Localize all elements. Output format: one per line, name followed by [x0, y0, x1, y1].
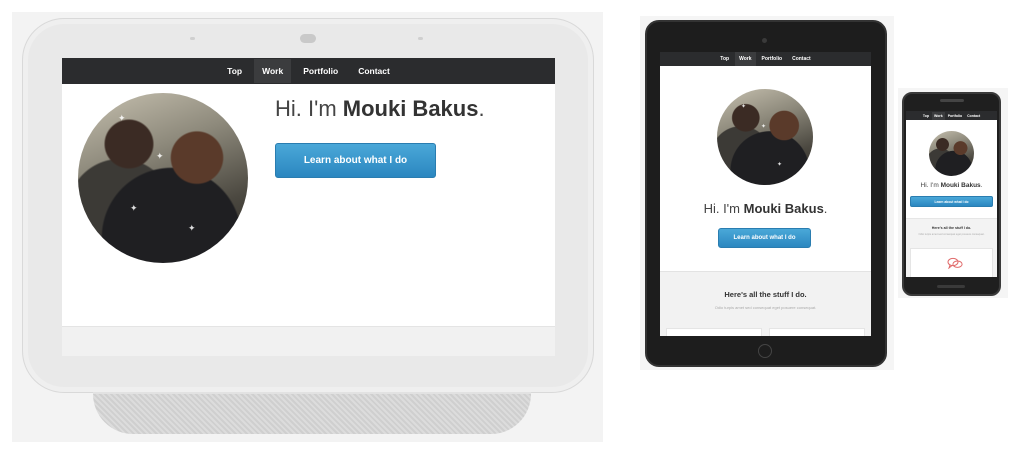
sparkle-icon: ✦ — [118, 113, 126, 123]
chat-bubbles-icon — [947, 257, 963, 269]
sparkle-icon: ✦ — [188, 223, 196, 233]
nav-portfolio-link[interactable]: Portfolio — [758, 52, 787, 66]
smart-display-screen: Top Work Portfolio Contact ✦ ✦ ✦ ✦ Hi. I… — [62, 58, 555, 356]
nav-work-link[interactable]: Work — [735, 52, 756, 66]
top-nav: Top Work Portfolio Contact — [906, 111, 997, 120]
work-card[interactable] — [666, 328, 762, 336]
hero-greeting: Hi. I'm — [920, 182, 941, 189]
sparkle-icon: ✦ — [130, 203, 138, 213]
learn-more-button[interactable]: Learn about what I do — [910, 196, 993, 207]
nav-contact-link[interactable]: Contact — [965, 112, 982, 120]
hero-greeting: Hi. I'm — [703, 201, 744, 216]
hero-greeting: Hi. I'm — [275, 96, 343, 121]
nav-top-link[interactable]: Top — [921, 112, 931, 120]
tablet-screen: Top Work Portfolio Contact ✦ ✦ ✦ Hi. I'm… — [660, 52, 871, 336]
work-section: Here's all the stuff I do. Odio turpis a… — [906, 218, 997, 277]
nav-contact-link[interactable]: Contact — [788, 52, 815, 66]
phone-screen: Top Work Portfolio Contact Hi. I'm Mouki… — [906, 111, 997, 277]
work-card[interactable] — [769, 328, 865, 336]
top-nav: Top Work Portfolio Contact — [62, 58, 555, 84]
work-subheading: Odio turpis amet sed consequat eget posu… — [918, 233, 985, 236]
hero-period: . — [980, 182, 983, 189]
nav-top-link[interactable]: Top — [716, 52, 733, 66]
work-card[interactable] — [910, 248, 993, 277]
hero-period: . — [478, 96, 485, 121]
sparkle-icon: ✦ — [741, 104, 747, 110]
hero-heading: Hi. I'm Mouki Bakus. — [906, 182, 997, 189]
smart-display-mic-left — [190, 37, 195, 40]
camera-icon — [762, 38, 767, 43]
nav-portfolio-link[interactable]: Portfolio — [295, 59, 346, 83]
work-heading: Here's all the stuff I do. — [931, 226, 972, 230]
sparkle-icon: ✦ — [156, 151, 164, 161]
nav-contact-link[interactable]: Contact — [350, 59, 398, 83]
home-button-icon — [758, 344, 772, 358]
device-mockup-showcase: Top Work Portfolio Contact ✦ ✦ ✦ ✦ Hi. I… — [0, 0, 1030, 456]
work-section: Here's all the stuff I do. Odio turpis a… — [660, 271, 871, 336]
phone-bottom-bar — [937, 285, 965, 288]
work-subheading: Odio turpis amet sed consequat eget posu… — [714, 305, 817, 310]
sparkle-icon: ✦ — [761, 124, 767, 130]
nav-work-link[interactable]: Work — [932, 111, 945, 120]
camera-icon — [300, 34, 316, 43]
work-heading: Here's all the stuff I do. — [724, 290, 807, 299]
hero-heading: Hi. I'm Mouki Bakus. — [660, 201, 871, 216]
avatar — [929, 131, 974, 176]
smart-display-mic-right — [418, 37, 423, 40]
nav-top-link[interactable]: Top — [219, 59, 250, 83]
hero-period: . — [823, 201, 828, 216]
nav-portfolio-link[interactable]: Portfolio — [946, 112, 964, 120]
phone-speaker — [940, 99, 964, 102]
work-section-preview — [62, 326, 555, 356]
learn-more-button[interactable]: Learn about what I do — [718, 228, 811, 248]
sparkle-icon: ✦ — [777, 162, 783, 168]
hero-name: Mouki Bakus — [342, 96, 479, 121]
top-nav: Top Work Portfolio Contact — [660, 52, 871, 66]
avatar: ✦ ✦ ✦ ✦ — [78, 93, 248, 263]
hero-name: Mouki Bakus — [940, 182, 981, 189]
learn-more-button[interactable]: Learn about what I do — [275, 143, 436, 178]
avatar: ✦ ✦ ✦ — [717, 89, 813, 185]
hero-heading: Hi. I'm Mouki Bakus. — [275, 96, 485, 122]
hero-name: Mouki Bakus — [743, 201, 824, 216]
smart-display-speaker-base — [93, 392, 531, 434]
nav-work-link[interactable]: Work — [254, 59, 292, 83]
